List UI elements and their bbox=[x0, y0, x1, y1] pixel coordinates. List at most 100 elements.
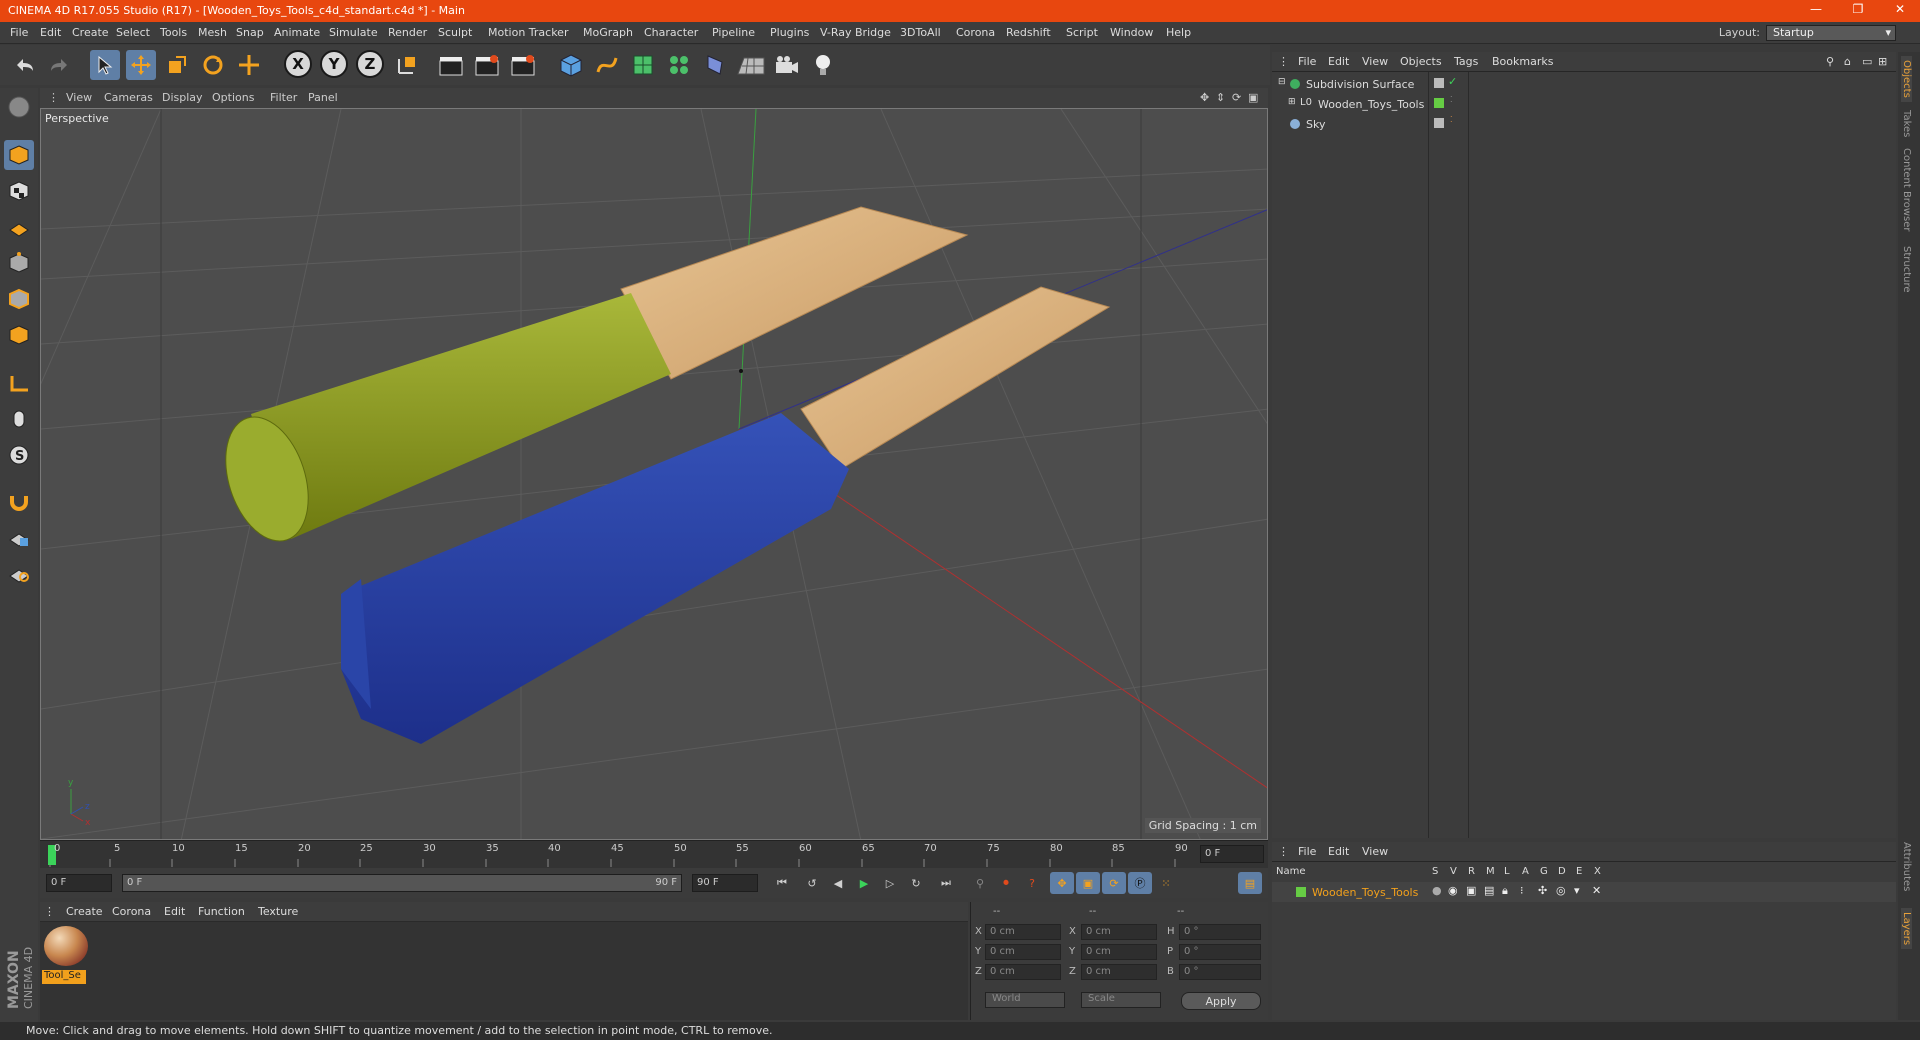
key-parameter-button[interactable]: Ⓟ bbox=[1128, 872, 1152, 894]
tab-layers[interactable]: Layers bbox=[1901, 908, 1912, 950]
timeline-window-button[interactable]: ▤ bbox=[1238, 872, 1262, 894]
menu-motion-tracker[interactable]: Motion Tracker bbox=[488, 26, 568, 39]
add-generator-button[interactable] bbox=[628, 50, 658, 80]
tab-attributes[interactable]: Attributes bbox=[1901, 842, 1912, 891]
pos-y-field[interactable]: 0 cm bbox=[985, 944, 1061, 960]
menu-edit[interactable]: Edit bbox=[40, 26, 61, 39]
rot-h-field[interactable]: 0 ° bbox=[1179, 924, 1261, 940]
add-camera-button[interactable] bbox=[772, 50, 802, 80]
move-tool-button[interactable] bbox=[126, 50, 156, 80]
axis-mode-button[interactable] bbox=[4, 368, 34, 398]
viewport-menu-display[interactable]: Display bbox=[162, 91, 203, 104]
menu-snap[interactable]: Snap bbox=[236, 26, 264, 39]
menu-pipeline[interactable]: Pipeline bbox=[712, 26, 755, 39]
menu-script[interactable]: Script bbox=[1066, 26, 1098, 39]
visibility-dots-icon[interactable]: ⁚ bbox=[1450, 95, 1453, 104]
viewport-menu-panel[interactable]: Panel bbox=[308, 91, 338, 104]
previous-key-button[interactable]: ↺ bbox=[800, 872, 824, 894]
tab-objects[interactable]: Objects bbox=[1901, 56, 1912, 102]
collapse-icon[interactable]: ⊟ bbox=[1278, 77, 1286, 87]
key-position-button[interactable]: ✥ bbox=[1050, 872, 1074, 894]
render-icon[interactable]: ▣ bbox=[1466, 884, 1476, 897]
current-frame-field[interactable]: 0 F bbox=[1200, 845, 1264, 863]
render-picture-viewer-button[interactable] bbox=[472, 50, 502, 80]
solo-icon[interactable]: ● bbox=[1432, 884, 1442, 897]
layer-color-icon[interactable] bbox=[1296, 887, 1306, 897]
new-view-icon[interactable]: ▭ bbox=[1862, 55, 1872, 68]
render-settings-button[interactable] bbox=[508, 50, 538, 80]
lock-icon[interactable]: 🔒︎ bbox=[1502, 884, 1508, 898]
pos-x-field[interactable]: 0 cm bbox=[985, 924, 1061, 940]
planar-workplane-button[interactable] bbox=[4, 558, 34, 588]
menu-mesh[interactable]: Mesh bbox=[198, 26, 227, 39]
menu-corona[interactable]: Corona bbox=[956, 26, 995, 39]
deformers-icon[interactable]: ◎ bbox=[1556, 884, 1566, 897]
scale-tool-button[interactable] bbox=[162, 50, 192, 80]
render-view-button[interactable] bbox=[436, 50, 466, 80]
close-button[interactable]: ✕ bbox=[1880, 2, 1920, 20]
visibility-dots-icon[interactable]: ⁚ bbox=[1450, 115, 1453, 124]
menu-plugins[interactable]: Plugins bbox=[770, 26, 809, 39]
minimize-button[interactable]: — bbox=[1796, 2, 1836, 20]
menu-window[interactable]: Window bbox=[1110, 26, 1153, 39]
timeline-ruler[interactable]: 0 5 10 15 20 25 30 35 40 45 50 55 60 65 … bbox=[40, 840, 1268, 868]
tweak-mode-button[interactable] bbox=[4, 404, 34, 434]
object-menu-bookmarks[interactable]: Bookmarks bbox=[1492, 55, 1553, 68]
key-scale-button[interactable]: ▣ bbox=[1076, 872, 1100, 894]
live-selection-button[interactable] bbox=[234, 50, 264, 80]
object-row-wooden-toys-tools[interactable]: ⊞ L0 Wooden_Toys_Tools ⁚ bbox=[1272, 94, 1896, 114]
axis-y-button[interactable]: Y bbox=[320, 50, 348, 78]
rot-p-field[interactable]: 0 ° bbox=[1179, 944, 1261, 960]
size-x-field[interactable]: 0 cm bbox=[1081, 924, 1157, 940]
object-menu-view[interactable]: View bbox=[1362, 55, 1388, 68]
pos-z-field[interactable]: 0 cm bbox=[985, 964, 1061, 980]
home-icon[interactable]: ⌂ bbox=[1844, 55, 1851, 68]
expressions-icon[interactable]: ▾ bbox=[1574, 884, 1580, 897]
axis-z-button[interactable]: Z bbox=[356, 50, 384, 78]
tab-structure[interactable]: Structure bbox=[1901, 246, 1912, 293]
xref-icon[interactable]: ✕ bbox=[1592, 884, 1601, 897]
start-frame-field[interactable]: 0 F bbox=[46, 874, 112, 892]
make-editable-button[interactable] bbox=[4, 92, 34, 122]
coordinate-mode-select[interactable]: World bbox=[985, 992, 1065, 1008]
viewport-rotate-icon[interactable]: ⟳ bbox=[1232, 91, 1241, 104]
size-y-field[interactable]: 0 cm bbox=[1081, 944, 1157, 960]
autokey-button[interactable]: ⏺ bbox=[994, 872, 1018, 894]
record-keys-button[interactable]: ⚲ bbox=[968, 872, 992, 894]
go-to-start-button[interactable]: ⏮ bbox=[770, 872, 794, 894]
menu-select[interactable]: Select bbox=[116, 26, 150, 39]
add-environment-button[interactable] bbox=[736, 50, 766, 80]
model-mode-button[interactable] bbox=[4, 140, 34, 170]
menu-render[interactable]: Render bbox=[388, 26, 427, 39]
material-menu-texture[interactable]: Texture bbox=[258, 905, 298, 918]
axis-x-button[interactable]: X bbox=[284, 50, 312, 78]
search-icon[interactable]: ⚲ bbox=[1826, 55, 1834, 68]
material-item[interactable]: Tool_Se bbox=[40, 922, 92, 992]
menu-file[interactable]: File bbox=[10, 26, 28, 39]
apply-button[interactable]: Apply bbox=[1181, 992, 1261, 1010]
visibility-toggle-icon[interactable] bbox=[1434, 78, 1444, 88]
add-cube-button[interactable] bbox=[556, 50, 586, 80]
menu-animate[interactable]: Animate bbox=[274, 26, 320, 39]
viewport-menu-options[interactable]: Options bbox=[212, 91, 254, 104]
generators-icon[interactable]: ✣ bbox=[1538, 884, 1547, 897]
expand-icon[interactable]: ⊞ bbox=[1288, 97, 1296, 107]
viewport-menu-view[interactable]: View bbox=[66, 91, 92, 104]
enabled-check-icon[interactable]: ✓ bbox=[1448, 75, 1457, 88]
object-row-subdivision[interactable]: ⊟ Subdivision Surface ✓ bbox=[1272, 74, 1896, 94]
texture-mode-button[interactable] bbox=[4, 176, 34, 206]
object-menu-file[interactable]: File bbox=[1298, 55, 1316, 68]
next-frame-button[interactable]: ▷ bbox=[878, 872, 902, 894]
menu-help[interactable]: Help bbox=[1166, 26, 1191, 39]
key-rotation-button[interactable]: ⟳ bbox=[1102, 872, 1126, 894]
object-menu-objects[interactable]: Objects bbox=[1400, 55, 1442, 68]
tab-takes[interactable]: Takes bbox=[1901, 110, 1912, 137]
tab-content-browser[interactable]: Content Browser bbox=[1901, 148, 1912, 231]
visibility-toggle-icon[interactable] bbox=[1434, 118, 1444, 128]
add-spline-button[interactable] bbox=[592, 50, 622, 80]
redo-button[interactable] bbox=[44, 50, 74, 80]
menu-simulate[interactable]: Simulate bbox=[329, 26, 378, 39]
size-z-field[interactable]: 0 cm bbox=[1081, 964, 1157, 980]
edges-mode-button[interactable] bbox=[4, 284, 34, 314]
lock-workplane-button[interactable] bbox=[4, 522, 34, 552]
